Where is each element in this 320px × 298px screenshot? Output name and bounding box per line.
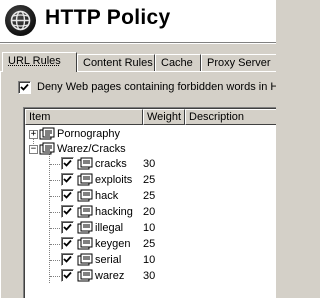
word-checkbox[interactable] xyxy=(61,173,74,186)
word-weight: 30 xyxy=(143,158,156,170)
word-weight: 25 xyxy=(143,190,156,202)
tab-url-rules[interactable]: URL Rules xyxy=(2,52,77,72)
deny-forbidden-words-option[interactable]: Deny Web pages containing forbidden word… xyxy=(18,81,276,95)
column-header-weight[interactable]: Weight xyxy=(143,109,185,125)
word-list-icon xyxy=(77,205,93,219)
word-weight: 25 xyxy=(143,174,156,186)
word-label: warez xyxy=(95,270,125,282)
word-label: keygen xyxy=(95,238,131,250)
tab-bar: URL Rules Content Rules Cache Proxy Serv… xyxy=(0,52,276,72)
globe-icon xyxy=(5,5,36,36)
tree-connector xyxy=(50,244,60,245)
tree-group-label: Warez/Cracks xyxy=(57,143,126,155)
column-header-description[interactable]: Description xyxy=(185,109,276,125)
word-checkbox[interactable] xyxy=(61,157,74,170)
page-title: HTTP Policy xyxy=(45,6,171,29)
tree-connector xyxy=(50,260,60,261)
word-label: illegal xyxy=(95,222,124,234)
word-tree-list[interactable]: Item Weight Description + Pornography − … xyxy=(23,107,276,298)
tree-connector xyxy=(50,276,60,277)
tree-group-label: Pornography xyxy=(57,128,120,140)
word-weight: 10 xyxy=(143,222,156,234)
word-list-icon xyxy=(77,173,93,187)
word-label: hack xyxy=(95,190,119,202)
word-list-icon xyxy=(77,157,93,171)
word-list-icon xyxy=(77,269,93,283)
word-checkbox[interactable] xyxy=(61,269,74,282)
tree-group-warez-cracks[interactable]: − Warez/Cracks xyxy=(24,141,276,157)
word-weight: 20 xyxy=(143,206,156,218)
tree-connector xyxy=(50,180,60,181)
deny-forbidden-words-label: Deny Web pages containing forbidden word… xyxy=(37,81,276,93)
tree-connector xyxy=(50,164,60,165)
tree-connector xyxy=(50,212,60,213)
tab-proxy-server[interactable]: Proxy Server xyxy=(201,54,276,71)
word-row-illegal[interactable]: illegal 10 xyxy=(24,220,276,236)
column-header-item[interactable]: Item xyxy=(25,109,143,125)
word-checkbox[interactable] xyxy=(61,237,74,250)
word-row-warez[interactable]: warez 30 xyxy=(24,268,276,284)
word-row-keygen[interactable]: keygen 25 xyxy=(24,236,276,252)
word-checkbox[interactable] xyxy=(61,221,74,234)
word-row-serial[interactable]: serial 10 xyxy=(24,252,276,268)
word-list-icon xyxy=(77,237,93,251)
expand-icon[interactable]: + xyxy=(29,130,38,139)
folder-words-icon xyxy=(39,127,55,141)
tab-content-rules[interactable]: Content Rules xyxy=(77,54,155,71)
tree-group-pornography[interactable]: + Pornography xyxy=(24,126,276,142)
word-list-icon xyxy=(77,221,93,235)
word-row-exploits[interactable]: exploits 25 xyxy=(24,172,276,188)
collapse-icon[interactable]: − xyxy=(29,145,38,154)
header-divider xyxy=(0,42,276,44)
word-weight: 30 xyxy=(143,270,156,282)
word-row-cracks[interactable]: cracks 30 xyxy=(24,156,276,172)
folder-words-icon xyxy=(39,142,55,156)
word-checkbox[interactable] xyxy=(61,189,74,202)
word-row-hacking[interactable]: hacking 20 xyxy=(24,204,276,220)
word-checkbox[interactable] xyxy=(61,253,74,266)
word-weight: 10 xyxy=(143,254,156,266)
word-list-icon xyxy=(77,253,93,267)
word-row-hack[interactable]: hack 25 xyxy=(24,188,276,204)
word-list-icon xyxy=(77,189,93,203)
tree-connector xyxy=(50,228,60,229)
word-label: cracks xyxy=(95,158,127,170)
word-label: hacking xyxy=(95,206,133,218)
word-label: serial xyxy=(95,254,122,266)
header: HTTP Policy xyxy=(0,0,276,42)
word-weight: 25 xyxy=(143,238,156,250)
tab-cache[interactable]: Cache xyxy=(155,54,201,71)
word-label: exploits xyxy=(95,174,133,186)
tree-connector xyxy=(50,196,60,197)
deny-forbidden-words-checkbox[interactable] xyxy=(18,81,31,94)
word-checkbox[interactable] xyxy=(61,205,74,218)
